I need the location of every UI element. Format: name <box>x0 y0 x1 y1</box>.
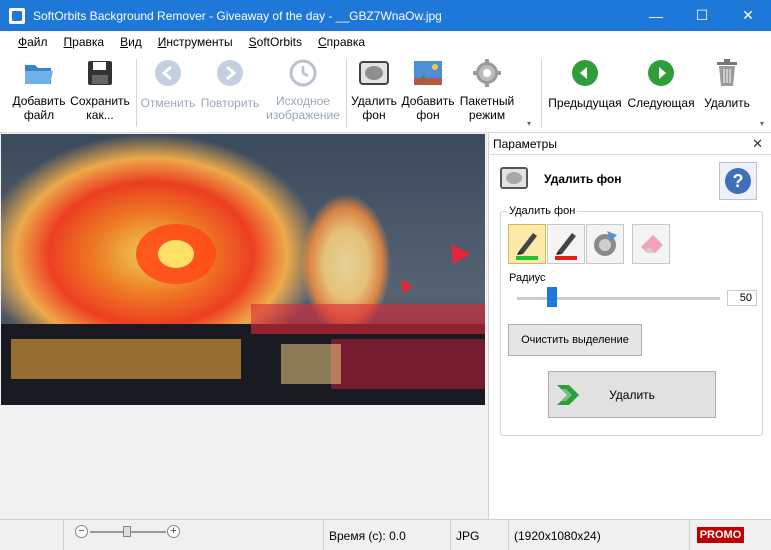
remove-background-label-2: фон <box>362 108 386 122</box>
next-button[interactable]: Следующая <box>625 57 697 110</box>
image-format: JPG <box>450 520 508 550</box>
zoom-in-button[interactable]: + <box>167 525 180 538</box>
open-folder-icon <box>23 57 55 89</box>
status-bar: − + Время (с): 0.0 JPG (1920x1080x24) PR… <box>0 519 771 550</box>
toolbar-grip-icon[interactable]: ▾ <box>527 119 531 128</box>
menu-bar: Файл Правка Вид Инструменты SoftOrbits С… <box>0 31 771 53</box>
remove-background-label-1: Удалить <box>351 94 397 108</box>
undo-arrow-icon <box>152 57 184 89</box>
image-dimensions: (1920x1080x24) <box>508 520 689 550</box>
promo-badge[interactable]: PROMO <box>697 527 744 543</box>
question-mark-icon: ? <box>725 168 751 194</box>
keep-marker-tool[interactable] <box>508 224 546 264</box>
save-as-label-2: как... <box>86 108 114 122</box>
remove-button[interactable]: Удалить <box>548 371 716 418</box>
landscape-picture-icon <box>412 57 444 89</box>
zoom-control: − + <box>63 520 325 550</box>
eraser-icon <box>641 235 663 253</box>
redo-button[interactable]: Повторить <box>199 57 261 110</box>
toolbar-separator <box>136 59 137 127</box>
save-as-label-1: Сохранить <box>70 94 130 108</box>
app-icon <box>9 7 25 24</box>
add-file-label-2: файл <box>23 108 55 122</box>
batch-mode-label-1: Пакетный <box>459 94 515 108</box>
gear-icon <box>471 57 503 89</box>
close-button[interactable]: ✕ <box>725 0 771 31</box>
radius-value-field[interactable]: 50 <box>727 290 757 306</box>
group-label: Удалить фон <box>507 205 578 217</box>
photo-preview <box>1 134 485 405</box>
title-bar: SoftOrbits Background Remover - Giveaway… <box>0 0 771 31</box>
batch-mode-button[interactable]: Пакетный режим <box>457 57 517 122</box>
double-chevron-icon <box>557 385 579 405</box>
next-label: Следующая <box>627 96 695 110</box>
undo-button[interactable]: Отменить <box>139 57 197 110</box>
radius-slider-thumb[interactable] <box>546 287 557 307</box>
auto-tool[interactable] <box>586 224 624 264</box>
next-arrow-icon <box>645 57 677 89</box>
panel-title: Удалить фон <box>544 172 622 186</box>
toolbar-separator <box>346 59 347 127</box>
save-as-button[interactable]: Сохранить как... <box>68 57 132 122</box>
red-marker-icon <box>555 233 577 260</box>
undo-label: Отменить <box>140 96 196 110</box>
delete-label: Удалить <box>704 96 750 110</box>
remove-marker-tool[interactable] <box>547 224 585 264</box>
parameters-panel: Параметры ✕ Удалить фон ? Удалить фон Ра… <box>490 133 771 519</box>
gear-wand-icon <box>594 231 617 256</box>
panel-close-button[interactable]: ✕ <box>752 136 763 152</box>
remove-background-button[interactable]: Удалить фон <box>349 57 399 122</box>
original-image-label-2: изображение <box>266 108 340 122</box>
remove-background-icon <box>500 167 528 189</box>
previous-arrow-icon <box>569 57 601 89</box>
minimize-button[interactable]: — <box>633 0 679 31</box>
green-marker-icon <box>516 233 538 260</box>
zoom-out-button[interactable]: − <box>75 525 88 538</box>
maximize-button[interactable]: ☐ <box>679 0 725 31</box>
add-background-label-2: фон <box>416 108 440 122</box>
processing-time: Время (с): 0.0 <box>323 520 450 550</box>
panel-header: Параметры ✕ <box>490 133 771 155</box>
radius-label: Радиус <box>509 272 546 284</box>
toolbar-grip-icon[interactable]: ▾ <box>760 119 764 128</box>
toolbar-separator <box>541 59 542 127</box>
add-file-button[interactable]: Добавить файл <box>8 57 70 122</box>
add-background-label-1: Добавить <box>401 94 455 108</box>
toolbar: Добавить файл Сохранить как... Отменить … <box>0 53 771 133</box>
add-file-label-1: Добавить <box>12 94 66 108</box>
menu-tools[interactable]: Инструменты <box>150 31 241 53</box>
delete-button[interactable]: Удалить <box>701 57 753 110</box>
zoom-slider-thumb[interactable] <box>123 526 131 537</box>
menu-help[interactable]: Справка <box>310 31 373 53</box>
clock-icon <box>287 57 319 89</box>
redo-label: Повторить <box>200 96 260 110</box>
remove-button-label: Удалить <box>609 387 655 402</box>
image-canvas[interactable] <box>0 133 489 519</box>
floppy-disk-icon <box>84 57 116 89</box>
previous-label: Предыдущая <box>548 96 622 110</box>
previous-button[interactable]: Предыдущая <box>547 57 623 110</box>
eraser-tool[interactable] <box>632 224 670 264</box>
add-background-button[interactable]: Добавить фон <box>400 57 456 122</box>
remove-background-group: Удалить фон Радиус 50 Очистить выделение… <box>500 205 763 436</box>
menu-view[interactable]: Вид <box>112 31 150 53</box>
help-button[interactable]: ? <box>719 162 757 200</box>
remove-background-icon <box>358 57 390 89</box>
menu-file[interactable]: Файл <box>10 31 56 53</box>
menu-edit[interactable]: Правка <box>56 31 113 53</box>
menu-softorbits[interactable]: SoftOrbits <box>241 31 310 53</box>
trash-can-icon <box>711 57 743 89</box>
panel-title-row: Удалить фон ? <box>490 155 771 203</box>
batch-mode-label-2: режим <box>468 108 506 122</box>
panel-header-title: Параметры <box>493 136 557 151</box>
original-image-label-1: Исходное <box>276 94 330 108</box>
clear-selection-button[interactable]: Очистить выделение <box>508 324 642 356</box>
window-title: SoftOrbits Background Remover - Giveaway… <box>33 8 442 23</box>
redo-arrow-icon <box>214 57 246 89</box>
original-image-button[interactable]: Исходное изображение <box>263 57 343 122</box>
